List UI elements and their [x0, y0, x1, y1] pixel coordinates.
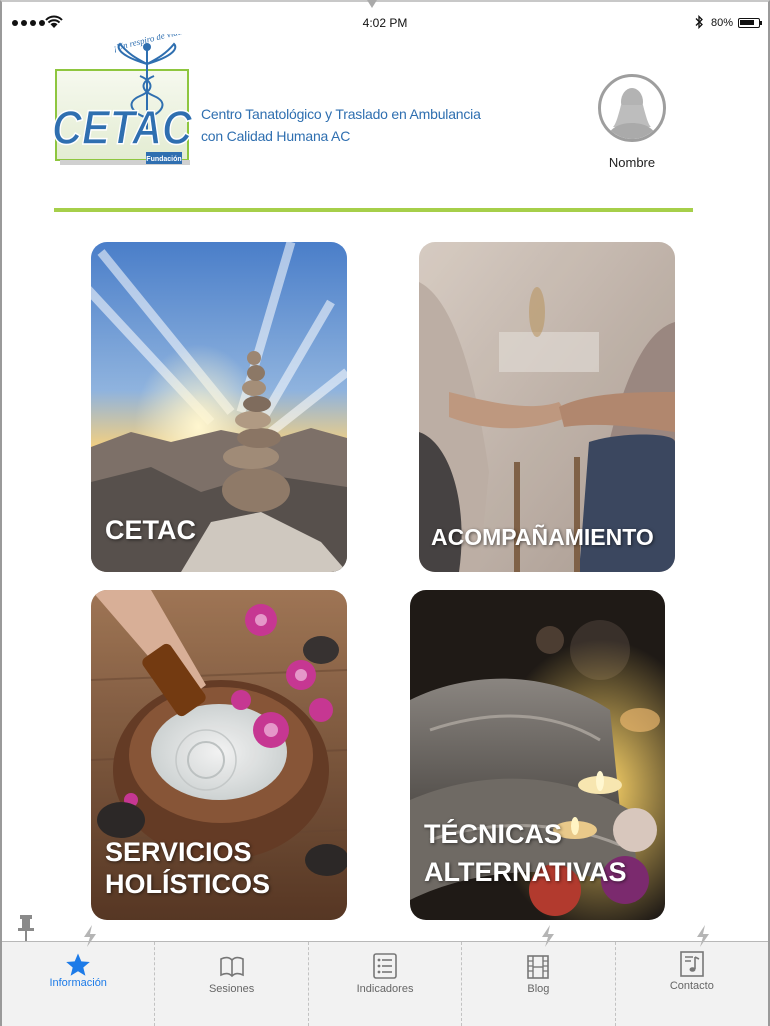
lightning-bolt-icon	[84, 925, 96, 947]
header-divider	[54, 208, 693, 212]
star-icon	[66, 953, 91, 976]
logo-wordmark: CETAC	[52, 102, 193, 155]
tab-contacto[interactable]: Contacto	[616, 942, 768, 1026]
tile-cetac[interactable]: CETAC	[91, 242, 347, 572]
tab-bar: Información Sesiones Indicadores Blog Co…	[2, 941, 768, 1026]
tile-label: TÉCNICAS ALTERNATIVAS	[424, 816, 627, 892]
tab-indicadores[interactable]: Indicadores	[309, 942, 463, 1026]
holding-hands-image	[419, 242, 675, 572]
tile-label: SERVICIOS HOLÍSTICOS	[105, 836, 270, 901]
tile-tecnicas-alternativas[interactable]: TÉCNICAS ALTERNATIVAS	[410, 590, 665, 920]
organization-name-line1: Centro Tanatológico y Traslado en Ambula…	[201, 106, 481, 122]
person-silhouette-icon	[607, 88, 657, 139]
profile-avatar[interactable]	[598, 74, 666, 142]
status-time: 4:02 PM	[362, 16, 408, 30]
tile-label-line2: HOLÍSTICOS	[105, 869, 271, 900]
tile-label-line2: ALTERNATIVAS	[424, 856, 627, 887]
tab-sesiones[interactable]: Sesiones	[155, 942, 309, 1026]
tile-label: ACOMPAÑAMIENTO	[431, 524, 654, 550]
tile-label-line1: SERVICIOS	[105, 837, 252, 867]
cetac-logo: ¡Un respiro de vida! CETAC Fundación	[50, 25, 200, 174]
list-icon	[373, 953, 397, 979]
organization-name: Centro Tanatológico y Traslado en Ambula…	[201, 103, 481, 147]
tab-label: Blog	[527, 983, 550, 995]
organization-name-line2: con Calidad Humana AC	[201, 128, 351, 144]
tile-servicios-holisticos[interactable]: SERVICIOS HOLÍSTICOS	[91, 590, 347, 920]
tab-blog[interactable]: Blog	[462, 942, 616, 1026]
tile-label: CETAC	[105, 515, 196, 545]
tab-informacion[interactable]: Información	[2, 942, 156, 1026]
logo-tag: Fundación	[146, 156, 181, 163]
book-icon	[219, 956, 244, 978]
tile-acompanamiento[interactable]: ACOMPAÑAMIENTO	[419, 242, 675, 572]
top-handle-icon	[367, 0, 377, 8]
tile-label-line1: TÉCNICAS	[424, 819, 563, 849]
tab-label: Sesiones	[208, 983, 255, 995]
lightning-bolt-icon	[542, 925, 554, 947]
tab-label: Indicadores	[356, 983, 414, 995]
pin-icon	[18, 915, 34, 941]
tab-label: Información	[49, 977, 107, 989]
bluetooth-icon	[695, 15, 703, 29]
lightning-bolt-icon	[697, 925, 709, 947]
battery-icon	[738, 18, 760, 28]
profile-name: Nombre	[608, 155, 656, 170]
film-icon	[527, 955, 550, 979]
tab-label: Contacto	[669, 980, 714, 992]
music-note-icon	[680, 951, 704, 977]
battery-percent: 80%	[711, 17, 734, 29]
battery-tip	[760, 21, 762, 25]
